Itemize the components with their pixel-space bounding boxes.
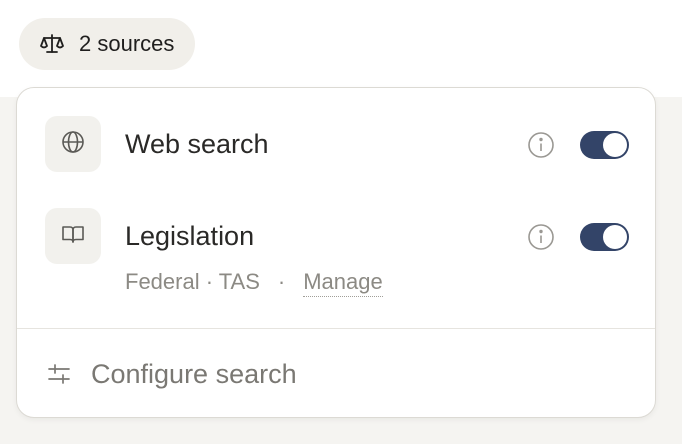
toggle-knob	[603, 225, 627, 249]
sliders-icon	[45, 360, 73, 388]
toggle-knob	[603, 133, 627, 157]
divider	[17, 328, 655, 329]
configure-search-button[interactable]: Configure search	[45, 354, 297, 394]
web-search-info-icon[interactable]	[527, 131, 555, 159]
legislation-title: Legislation	[125, 221, 255, 251]
manage-link[interactable]: Manage	[303, 269, 383, 297]
book-icon	[60, 221, 86, 252]
legislation-info-icon[interactable]	[527, 223, 555, 251]
sources-dropdown: Web search Legislation Federal · TAS · M…	[16, 87, 656, 418]
sources-button-label: 2 sources	[79, 31, 175, 56]
legislation-tile	[45, 208, 101, 264]
globe-icon	[60, 129, 86, 160]
legislation-toggle[interactable]	[580, 223, 629, 251]
jurisdiction-text: Federal · TAS	[125, 269, 260, 294]
sources-button[interactable]: 2 sources	[19, 18, 196, 70]
legislation-meta: Federal · TAS · Manage	[125, 269, 383, 297]
meta-separator: ·	[277, 269, 286, 294]
configure-search-label: Configure search	[91, 358, 297, 389]
web-search-tile	[45, 116, 101, 172]
web-search-toggle[interactable]	[580, 131, 629, 159]
page: 2 sources Web search Legislation Federal…	[0, 0, 682, 444]
scale-icon	[39, 31, 65, 57]
web-search-title: Web search	[125, 129, 269, 159]
